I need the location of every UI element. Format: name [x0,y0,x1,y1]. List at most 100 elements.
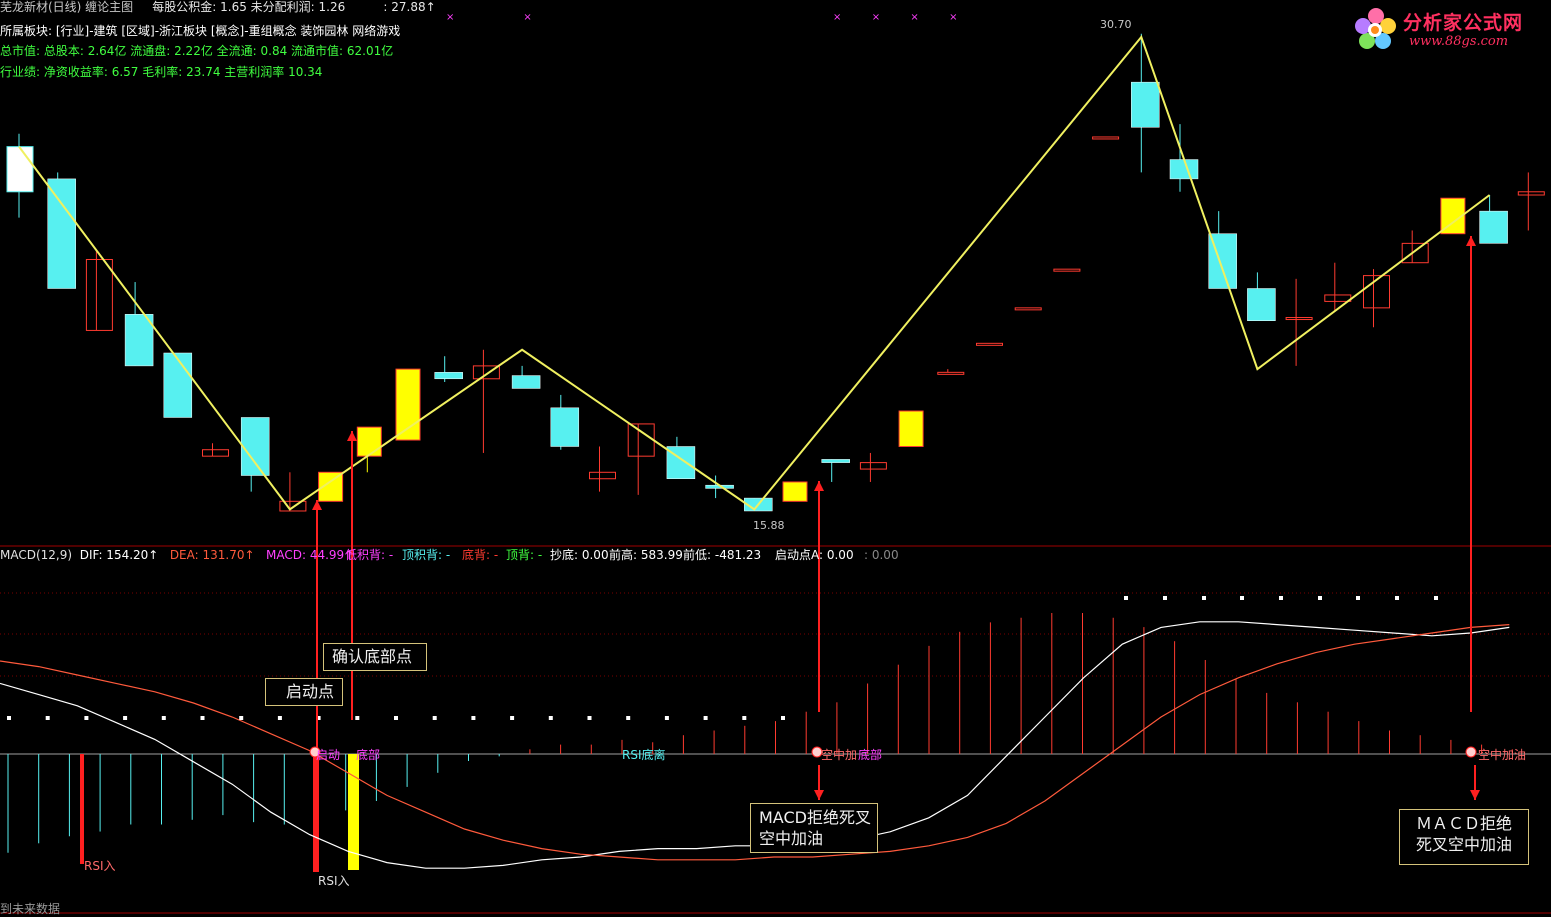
candle-body [627,423,655,457]
signal-dot [161,716,166,720]
flower-icon [1355,8,1396,49]
candle-body [6,146,34,193]
candle-body [589,471,616,480]
signal-dot [1202,596,1206,600]
dif-value: DIF: 154.20↑ [79,548,159,562]
candle-body [1247,288,1276,322]
signal-dot [1240,596,1244,600]
macd-name: MACD(12,9) [0,548,73,562]
signal-dot [1318,596,1322,600]
candle-body [1092,136,1120,140]
candle-body [434,372,463,380]
top-marker: × [872,12,880,23]
signal-dot [7,716,11,720]
signal-kongzhong-2: 空中加油 [1478,748,1527,762]
signal-dot [703,716,708,720]
signal-dot [355,716,360,720]
signal-dot [277,716,282,720]
candle-body [976,342,1003,346]
candle-body [1517,191,1545,196]
signal-dibu: 底部 [356,748,381,762]
high-price-label: 30.70 [1100,18,1132,31]
performance-line: 行业绩: 净资收益率: 6.57 毛利率: 23.74 主营利润率 10.34 [0,65,323,79]
signal-dot [1163,596,1167,600]
sector-line: 所属板块: [行业]-建筑 [区域]-浙江板块 [概念]-重组概念 装饰园林 网… [0,24,401,38]
candle-body [85,258,113,331]
signal-dot [123,716,128,720]
candle-body [550,407,580,447]
candle-body [1169,159,1199,180]
top-marker: × [833,12,841,23]
chart-title: 芜龙新材(日线) 缠论主图 每股公积金: 1.65 未分配利润: 1.26 : … [0,0,436,14]
signal-dot [742,716,747,720]
annotation-macd-refuse-1: MACD拒绝死叉 空中加油 [750,803,878,853]
signal-qidong: 启动 [316,748,341,762]
title-text: 芜龙新材(日线) 缠论主图 [0,0,134,14]
signal-dibu-2: 底部 [858,748,883,762]
candle-body [898,410,924,447]
candle-body [163,352,193,418]
prev-high: 前高: 583.99 [609,548,683,562]
annotation-macd-refuse-2: ＭＡＣＤ拒绝 死叉空中加油 [1399,809,1529,865]
signal-dot [432,716,437,720]
footer-note: 到未来数据 [0,902,61,916]
candle-body [240,417,270,476]
logo-brand: 分析家公式网 [1403,12,1524,34]
signal-dot [626,716,631,720]
zigzag-line [18,35,1491,511]
bottom-div: 底背: - [462,548,499,562]
candle-body [1324,294,1352,302]
arrow-head [1466,236,1476,246]
signal-dot [239,716,244,720]
signal-dot [200,716,205,720]
rsi-bar [80,754,84,864]
signal-dot [84,716,89,720]
candle-body [1053,268,1081,272]
logo: 分析家公式网 www.88gs.com [1349,4,1545,54]
candle-body [356,426,382,457]
macd-value: MACD: 44.99↑ [266,548,355,562]
candle-body [782,481,808,502]
start-point-a: 启动点A: 0.00 [775,548,854,562]
top-div: 顶背: - [506,548,543,562]
signal-dot [664,716,669,720]
signal-dot [1124,596,1128,600]
signal-bar [313,754,319,872]
arrow-head [1470,790,1480,800]
eps-text: 每股公积金: 1.65 未分配利润: 1.26 [152,0,346,14]
signal-dot [1356,596,1360,600]
signal-dot [1434,596,1438,600]
market-value-line: 总市值: 总股本: 2.64亿 流通盘: 2.22亿 全流通: 0.84 流通市… [0,44,394,58]
signal-dot [510,716,515,720]
top-marker: × [949,12,957,23]
candle-body [395,368,421,441]
signal-dot [548,716,553,720]
signal-dot [471,716,476,720]
candle-body [937,371,965,375]
candle-body [821,459,850,463]
signal-dot [1395,596,1399,600]
rsi-in-2: RSI入 [318,874,350,888]
arrow-head [814,790,824,800]
signal-dot [587,716,592,720]
low-price-label: 15.88 [753,519,785,532]
dea-value: DEA: 131.70↑ [169,548,255,562]
candle-body [1014,307,1042,311]
arrow-head [814,481,824,491]
candle-body [1285,317,1313,321]
candle-body [47,178,76,289]
top-acc: 顶积背: - [402,548,451,562]
annotation-confirm-bottom: 确认底部点 [323,643,427,671]
signal-rsi-dl: RSI底离 [622,748,666,762]
prev-low: 前低: -481.23 [683,548,762,562]
candle-body [1131,81,1160,128]
top-marker: × [523,12,531,23]
candle-body [859,462,887,470]
signal-dot [781,716,785,720]
logo-url: www.88gs.com [1409,34,1509,49]
top-marker: × [446,12,454,23]
annotation-start-point: 启动点 [265,678,343,706]
signal-dot [1279,596,1283,600]
candle-body [1479,210,1508,244]
top-marker: × [910,12,918,23]
